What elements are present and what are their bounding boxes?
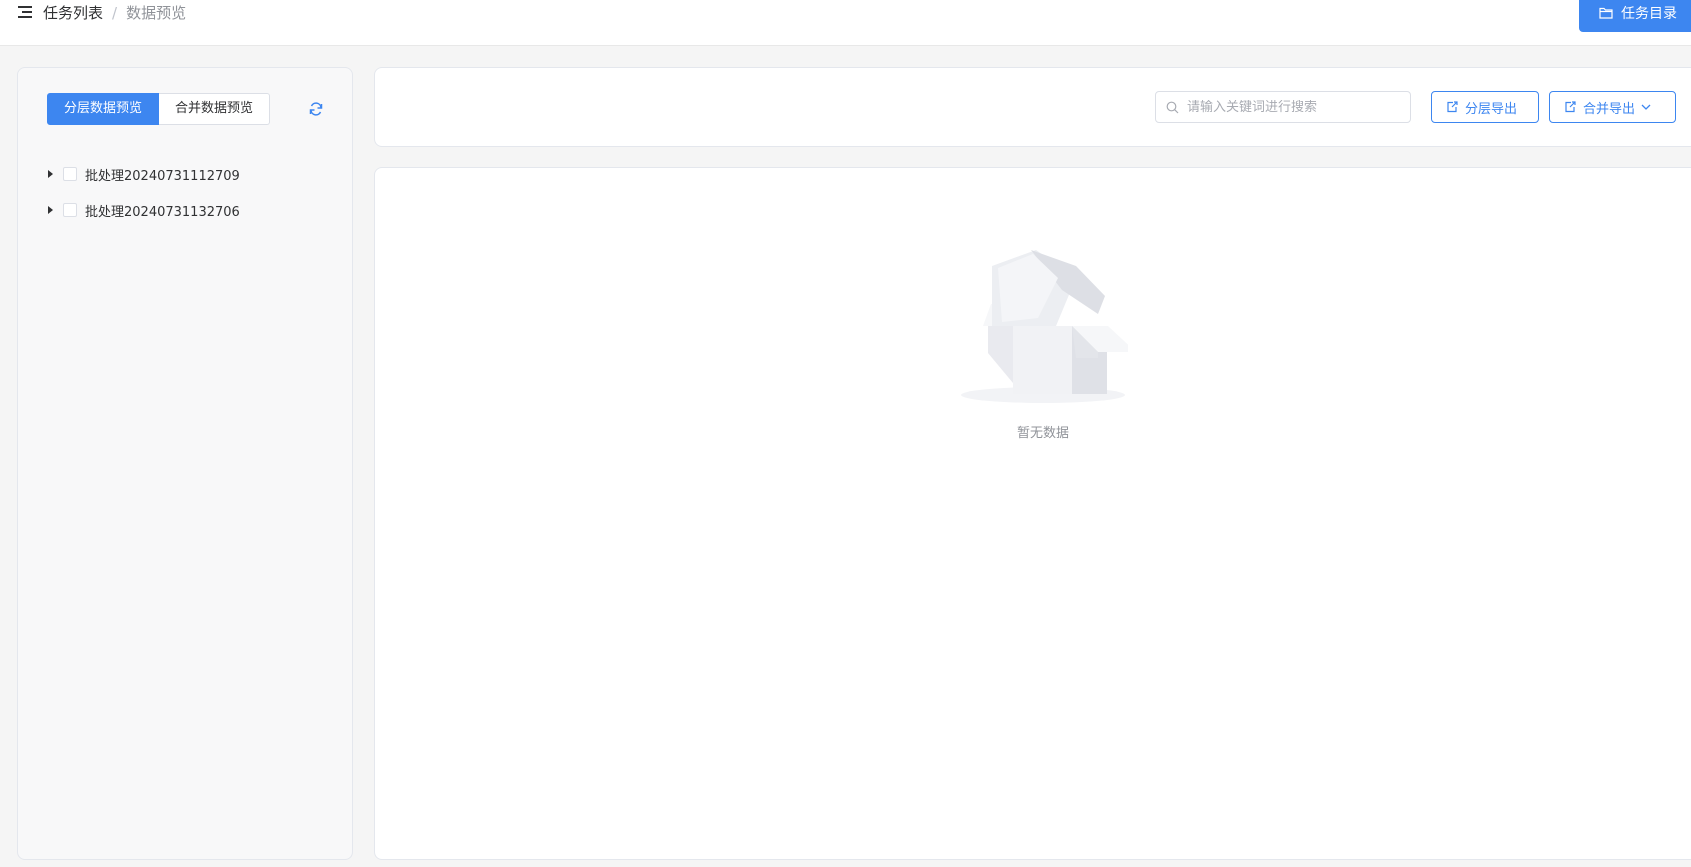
tree-checkbox[interactable] xyxy=(63,203,77,217)
search-field[interactable] xyxy=(1155,91,1411,123)
menu-fold-icon[interactable] xyxy=(18,6,32,18)
layered-export-label: 分层导出 xyxy=(1465,101,1518,117)
export-icon xyxy=(1565,101,1576,113)
breadcrumb-task-list[interactable]: 任务列表 xyxy=(43,2,103,23)
merged-export-button[interactable]: 合并导出 xyxy=(1549,91,1676,123)
empty-text: 暂无数据 xyxy=(1016,426,1069,441)
caret-right-icon[interactable] xyxy=(48,206,53,214)
layered-export-button[interactable]: 分层导出 xyxy=(1431,91,1539,123)
tab-merged-preview[interactable]: 合并数据预览 xyxy=(159,93,271,125)
breadcrumb: 任务列表 / 数据预览 xyxy=(43,2,186,23)
breadcrumb-separator: / xyxy=(112,3,118,22)
search-icon xyxy=(1166,101,1179,113)
preview-mode-tabs: 分层数据预览 合并数据预览 xyxy=(47,93,271,125)
tree-node[interactable]: 批处理20240731112709 xyxy=(44,156,240,192)
folder-icon xyxy=(1599,7,1613,19)
tree-node[interactable]: 批处理20240731132706 xyxy=(44,192,240,228)
search-input[interactable] xyxy=(1187,99,1397,115)
empty-box-icon xyxy=(961,250,1128,403)
breadcrumb-current: 数据预览 xyxy=(126,4,187,22)
tree-node-label: 批处理20240731132706 xyxy=(85,204,240,220)
merged-export-label: 合并导出 xyxy=(1583,101,1636,117)
export-icon xyxy=(1447,101,1458,113)
data-preview-card: 暂无数据 xyxy=(374,167,1691,860)
chevron-down-icon xyxy=(1641,104,1651,110)
empty-state: 暂无数据 xyxy=(953,238,1133,441)
caret-right-icon[interactable] xyxy=(48,170,53,178)
tree-checkbox[interactable] xyxy=(63,167,77,181)
left-panel: 分层数据预览 合并数据预览 批处理20240731112709 批处理20240… xyxy=(17,67,353,860)
refresh-icon[interactable] xyxy=(308,101,324,117)
task-directory-button[interactable]: 任务目录 xyxy=(1579,0,1691,32)
tree-node-label: 批处理20240731112709 xyxy=(85,168,240,184)
top-bar: 任务列表 / 数据预览 任务目录 xyxy=(0,0,1691,46)
toolbar-card: 分层导出 合并导出 xyxy=(374,67,1691,147)
tab-layered-preview[interactable]: 分层数据预览 xyxy=(47,93,160,125)
batch-tree: 批处理20240731112709 批处理20240731132706 xyxy=(44,156,240,228)
task-directory-label: 任务目录 xyxy=(1621,6,1677,22)
